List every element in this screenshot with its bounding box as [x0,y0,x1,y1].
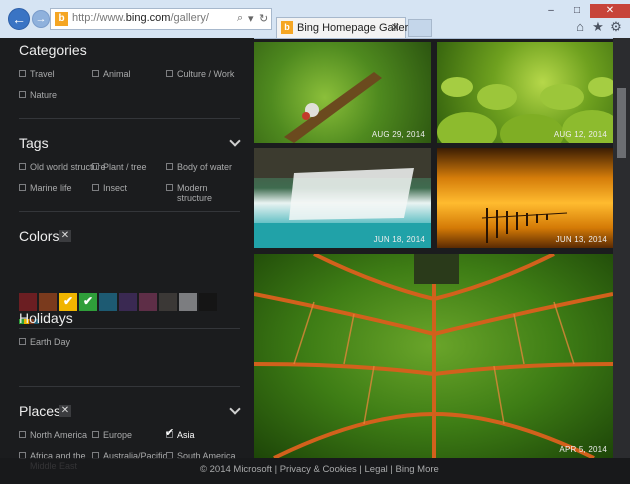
refresh-icon[interactable]: ↻ [259,12,268,25]
home-icon[interactable]: ⌂ [572,19,588,34]
color-swatch[interactable] [199,293,217,311]
footer: © 2014 Microsoft | Privacy & Cookies | L… [0,458,630,484]
checkbox[interactable] [19,91,26,98]
filter-panel: Categories Travel Animal Culture / Work … [0,38,254,484]
holidays-title: Holidays [19,310,73,326]
image-date: AUG 29, 2014 [371,130,425,139]
checkbox[interactable] [92,163,99,170]
gallery-image[interactable]: JUN 18, 2014 [254,148,431,248]
boat-on-river-image [284,72,382,143]
back-arrow-icon: ← [12,11,26,27]
tag-option[interactable]: Body of water [166,162,254,172]
clear-colors-icon[interactable]: ✕ [59,230,71,242]
maximize-icon[interactable]: □ [564,4,590,18]
search-icon[interactable]: ⌕ [237,12,243,25]
checkbox[interactable] [166,163,173,170]
scrollbar-thumb[interactable] [617,88,626,158]
sunset-pier-image [481,208,568,243]
minimize-icon[interactable]: – [538,4,564,18]
checkmark-icon: ✔ [63,294,74,308]
holiday-option[interactable]: Earth Day [19,337,108,347]
category-option[interactable]: Culture / Work [166,69,254,79]
image-date: APR 5, 2014 [559,445,607,454]
categories-title: Categories [19,42,87,58]
forward-arrow-icon: → [35,13,47,25]
divider [19,386,240,387]
places-title: Places [19,403,62,419]
image-date: AUG 12, 2014 [553,130,607,139]
forward-button[interactable]: → [32,10,50,28]
color-swatch[interactable] [179,293,197,311]
favorites-star-icon[interactable]: ★ [590,19,606,35]
toolbar-icons: ⌂ ★ ⚙ [570,18,624,36]
new-tab-button[interactable] [408,19,432,37]
leaf-veins-image [254,254,613,458]
bing-favicon-icon: b [55,12,68,26]
waterfall-image [254,148,431,248]
tag-option[interactable]: Modern structure [166,183,237,203]
checkbox[interactable] [19,163,26,170]
checkmark-icon: ✔ [83,294,94,308]
window-controls: – □ ✕ [538,0,630,18]
gallery-image[interactable]: AUG 12, 2014 [437,42,613,143]
color-swatch[interactable] [19,293,37,311]
bing-favicon-icon: b [281,21,293,34]
colors-title: Colors [19,228,60,244]
gallery-image[interactable]: APR 5, 2014 [254,254,613,458]
divider [19,328,240,329]
divider [19,211,240,212]
color-swatch[interactable] [39,293,57,311]
chevron-down-icon[interactable] [230,405,239,414]
image-date: JUN 13, 2014 [555,235,607,244]
checkmark-icon: ✔ [165,427,175,439]
checkbox[interactable] [166,70,173,77]
image-date: JUN 18, 2014 [373,235,425,244]
checkbox[interactable] [92,70,99,77]
chevron-down-icon[interactable] [230,137,239,146]
color-swatch[interactable] [99,293,117,311]
browser-chrome: ← → b http://www.bing.com/gallery/ ⌕ ▾ ↻… [0,0,630,39]
checkbox[interactable] [166,184,173,191]
back-button[interactable]: ← [8,8,30,30]
color-swatch[interactable]: ✔ [59,293,77,311]
dropdown-icon[interactable]: ▾ [248,12,254,25]
gallery-image[interactable]: AUG 29, 2014 [254,42,431,143]
close-window-icon[interactable]: ✕ [590,4,630,18]
scrollbar[interactable] [613,38,630,458]
address-url[interactable]: http://www.bing.com/gallery/ [72,12,209,24]
footer-links[interactable]: © 2014 Microsoft | Privacy & Cookies | L… [200,464,439,475]
tags-title: Tags [19,135,49,151]
checkbox[interactable] [19,431,26,438]
place-option-asia[interactable]: ✔ Asia [165,427,254,441]
checkbox[interactable] [19,338,26,345]
color-swatch[interactable]: ✔ [79,293,97,311]
gallery-image[interactable]: JUN 13, 2014 [437,148,613,248]
checkbox[interactable] [92,184,99,191]
kochia-bushes-image [437,77,613,143]
close-tab-icon[interactable]: ✕ [391,21,400,34]
checkbox[interactable] [19,70,26,77]
color-swatch[interactable] [119,293,137,311]
color-swatch[interactable] [159,293,177,311]
tab-bing-gallery[interactable]: b Bing Homepage Gallery ✕ [276,17,414,38]
checkbox[interactable] [92,431,99,438]
color-swatch[interactable] [139,293,157,311]
checkbox[interactable] [19,184,26,191]
clear-places-icon[interactable]: ✕ [59,405,71,417]
address-bar[interactable]: b http://www.bing.com/gallery/ ⌕ ▾ ↻ [50,8,272,30]
settings-gear-icon[interactable]: ⚙ [608,19,624,35]
category-option[interactable]: Nature [19,90,108,100]
divider [19,118,240,119]
